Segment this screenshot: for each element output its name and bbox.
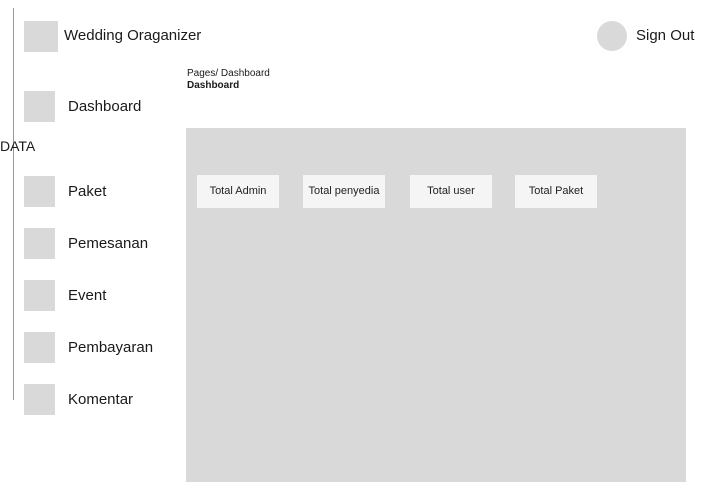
- app-title: Wedding Oraganizer: [64, 27, 202, 44]
- stat-card-total-penyedia[interactable]: Total penyedia: [303, 175, 385, 208]
- pemesanan-icon: [24, 228, 55, 259]
- sidebar-item-label: Komentar: [68, 391, 134, 408]
- sidebar-item-label: Pembayaran: [68, 339, 154, 356]
- sidebar-section-label: DATA: [0, 138, 36, 154]
- sidebar-item-pemesanan[interactable]: Pemesanan: [24, 228, 174, 259]
- sidebar-item-event[interactable]: Event: [24, 280, 174, 311]
- avatar[interactable]: [597, 21, 627, 51]
- stat-card-total-admin[interactable]: Total Admin: [197, 175, 279, 208]
- sidebar-item-label: Event: [68, 287, 107, 304]
- paket-icon: [24, 176, 55, 207]
- sidebar-divider: [13, 8, 14, 400]
- sign-out-button[interactable]: Sign Out: [636, 26, 694, 46]
- sidebar-item-komentar[interactable]: Komentar: [24, 384, 174, 415]
- sidebar-item-label: Paket: [68, 183, 107, 200]
- sidebar-item-label: Dashboard: [68, 98, 142, 115]
- dashboard-icon: [24, 91, 55, 122]
- sidebar-item-dashboard[interactable]: Dashboard: [24, 91, 174, 122]
- page-title: Dashboard: [187, 80, 240, 91]
- komentar-icon: [24, 384, 55, 415]
- breadcrumb: Pages/ Dashboard: [187, 68, 270, 79]
- event-icon: [24, 280, 55, 311]
- stat-card-total-paket[interactable]: Total Paket: [515, 175, 597, 208]
- stat-card-total-user[interactable]: Total user: [410, 175, 492, 208]
- logo-icon: [24, 21, 58, 52]
- sidebar-item-pembayaran[interactable]: Pembayaran: [24, 332, 174, 363]
- sidebar-item-label: Pemesanan: [68, 235, 149, 252]
- pembayaran-icon: [24, 332, 55, 363]
- sidebar-item-paket[interactable]: Paket: [24, 176, 174, 207]
